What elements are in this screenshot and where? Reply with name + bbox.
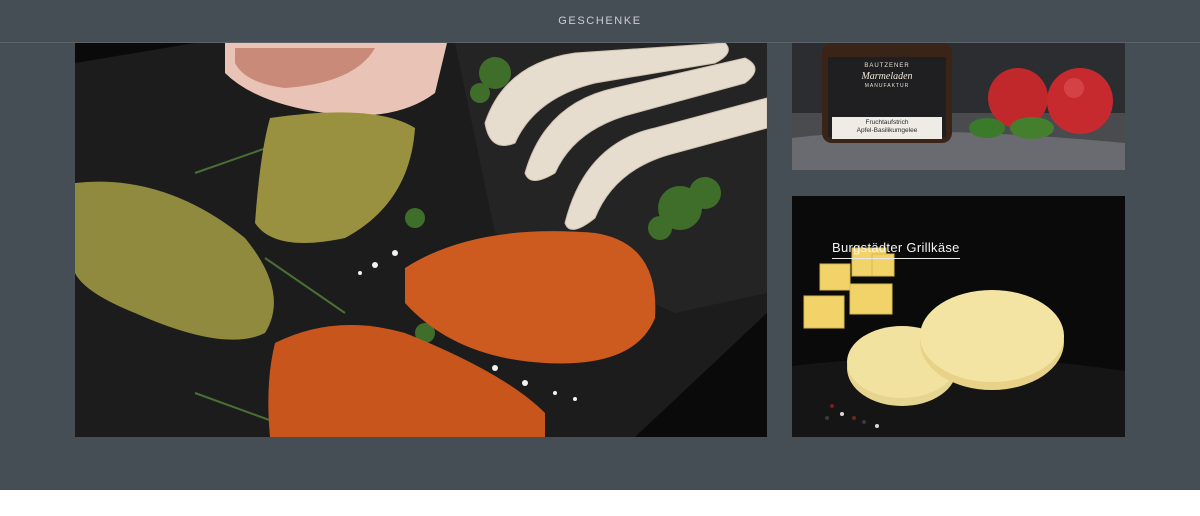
jar-script-name: Marmeladen [861,71,913,82]
grill-meat-image [75,43,767,437]
jar-product-line2: Apfel-Basilikumgelee [856,127,918,134]
jar-brand: BAUTZENER [864,63,910,69]
jar-subbrand: MANUFAKTUR [864,83,910,89]
grillkaese-title[interactable]: Burgstädter Grillkäse [832,240,960,259]
jar-product-line1: Fruchtaufstrich [865,119,909,126]
nav-link-geschenke[interactable]: GESCHENKE [558,15,641,27]
top-navigation: GESCHENKE [0,0,1200,43]
product-tile-grillkaese[interactable]: Burgstädter Grillkäse [792,196,1125,437]
page-background-below [0,490,1200,516]
product-tile-grill-meat[interactable] [75,43,767,437]
header-band: GESCHENKE BAUTZENER Marmeladen MANUFAKTU… [0,0,1200,490]
product-tile-marmalade[interactable]: BAUTZENER Marmeladen MANUFAKTUR Fruchtau… [792,43,1125,170]
grillkaese-image [792,196,1125,437]
jar-product-label: Fruchtaufstrich Apfel-Basilikumgelee [832,117,942,139]
jar-label: BAUTZENER Marmeladen MANUFAKTUR [832,63,942,89]
